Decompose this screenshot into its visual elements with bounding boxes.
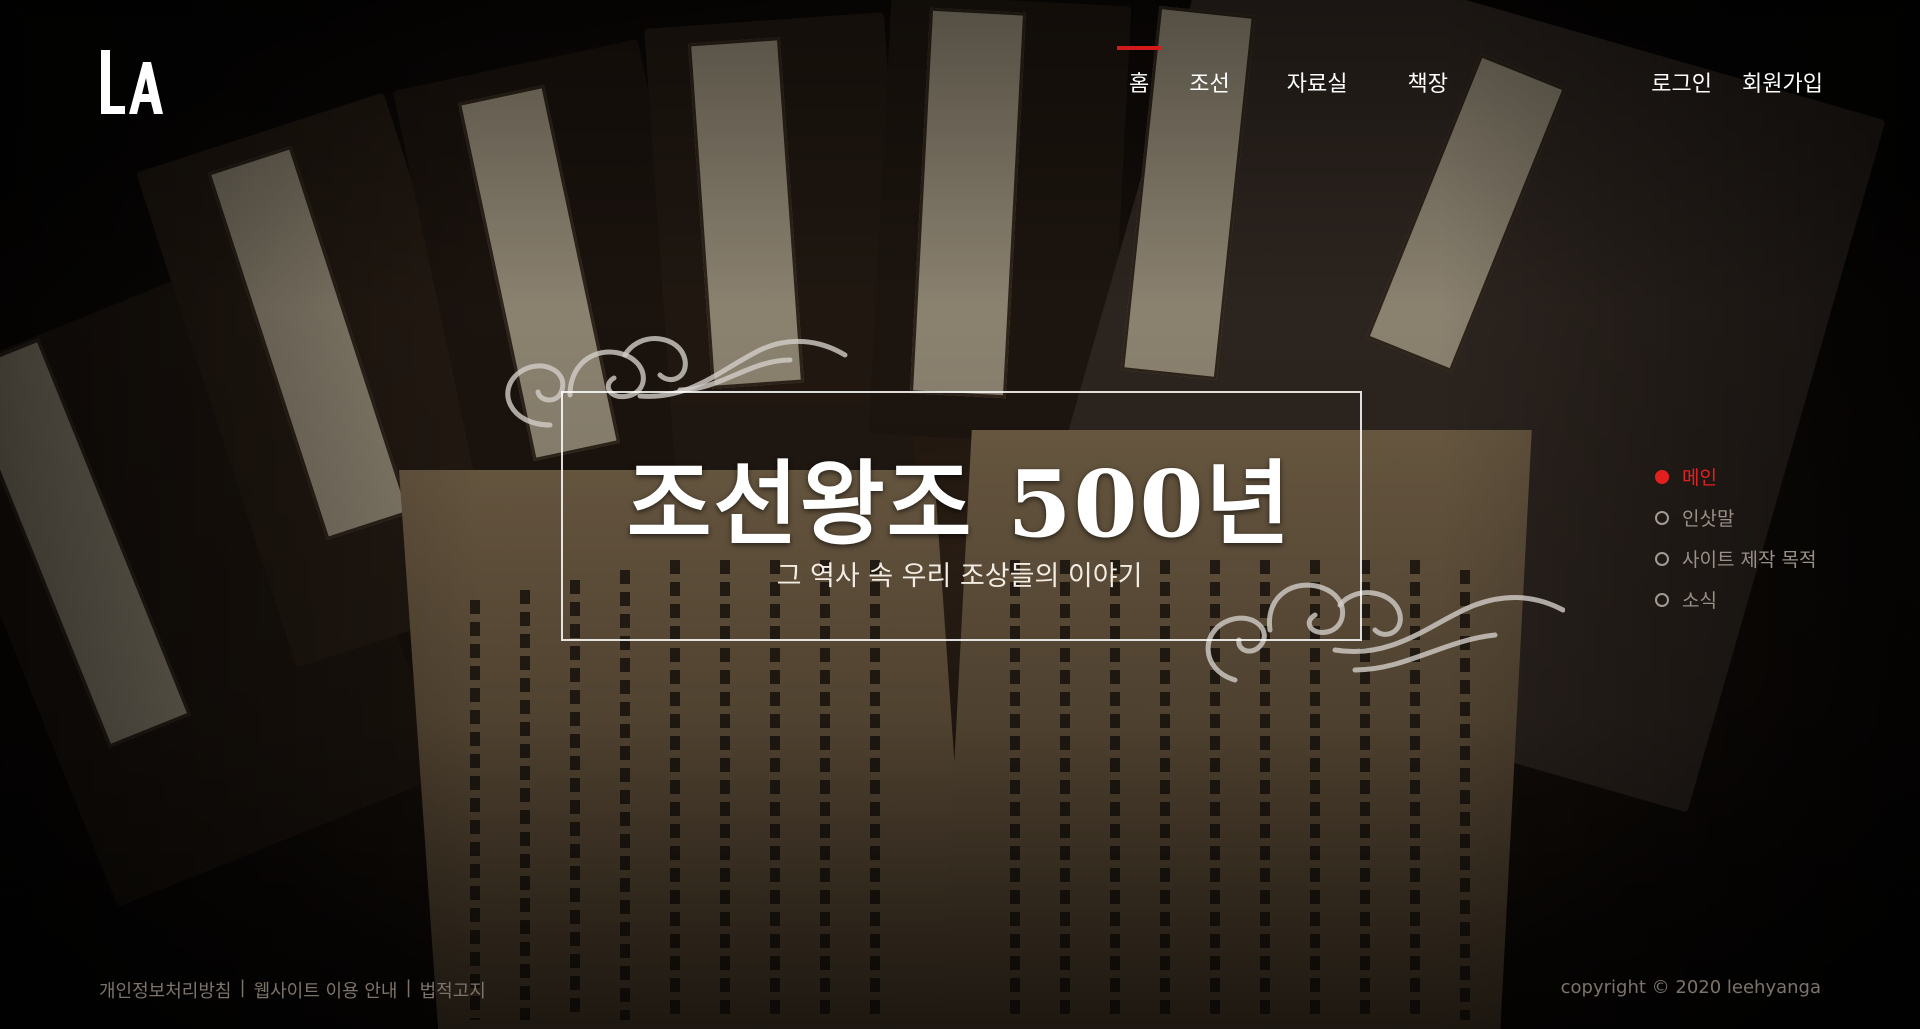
footer-separator: | bbox=[239, 977, 246, 998]
footer-separator: | bbox=[405, 977, 412, 998]
site-logo[interactable] bbox=[99, 48, 163, 116]
section-label: 사이트 제작 목적 bbox=[1682, 549, 1817, 571]
dot-icon bbox=[1655, 551, 1669, 566]
user-menu: 로그인 회원가입 bbox=[1651, 66, 1823, 98]
section-link-greeting[interactable]: 인삿말 bbox=[1655, 497, 1816, 538]
section-link-purpose[interactable]: 사이트 제작 목적 bbox=[1655, 538, 1816, 579]
nav-item-bookshelf[interactable]: 책장 bbox=[1407, 66, 1447, 98]
hero-title: 조선왕조 500년 bbox=[626, 450, 1293, 558]
signup-link[interactable]: 회원가입 bbox=[1742, 66, 1823, 98]
section-indicator: 메인 인삿말 사이트 제작 목적 소식 bbox=[1655, 456, 1816, 620]
site-guide-link[interactable]: 웹사이트 이용 안내 bbox=[254, 977, 398, 1003]
section-label: 메인 bbox=[1682, 467, 1717, 489]
section-link-main[interactable]: 메인 bbox=[1655, 456, 1816, 497]
active-dot-icon bbox=[1655, 469, 1669, 484]
section-label: 소식 bbox=[1682, 590, 1717, 612]
nav-item-joseon[interactable]: 조선 bbox=[1189, 66, 1229, 98]
nav-item-archive[interactable]: 자료실 bbox=[1287, 66, 1348, 98]
hero-subtitle: 그 역사 속 우리 조상들의 이야기 bbox=[776, 561, 1143, 592]
privacy-policy-link[interactable]: 개인정보처리방침 bbox=[99, 977, 231, 1003]
login-link[interactable]: 로그인 bbox=[1651, 66, 1712, 98]
section-link-news[interactable]: 소식 bbox=[1655, 579, 1816, 620]
dot-icon bbox=[1655, 510, 1669, 525]
footer-links: 개인정보처리방침 | 웹사이트 이용 안내 | 법적고지 bbox=[99, 977, 486, 1003]
copyright: copyright © 2020 leehyanga bbox=[1560, 977, 1821, 998]
main-nav: 홈 조선 자료실 책장 bbox=[1116, 46, 1448, 98]
section-label: 인삿말 bbox=[1682, 508, 1735, 530]
nav-item-home[interactable]: 홈 bbox=[1116, 46, 1162, 98]
legal-notice-link[interactable]: 법적고지 bbox=[420, 977, 486, 1003]
dot-icon bbox=[1655, 592, 1669, 607]
